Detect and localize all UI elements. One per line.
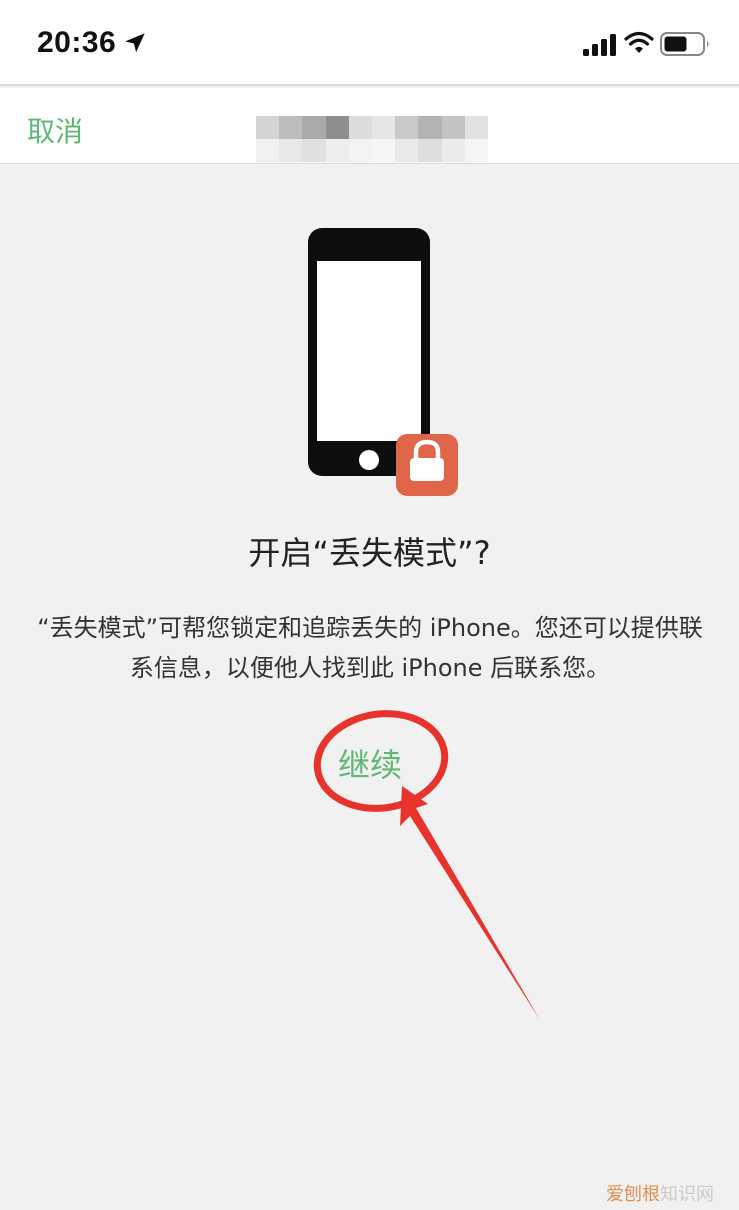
cellular-signal-icon — [583, 34, 616, 56]
dialog-description: “丢失模式”可帮您锁定和追踪丢失的 iPhone。您还可以提供联系信息，以便他人… — [37, 614, 703, 682]
annotation-overlay — [313, 710, 540, 1020]
watermark-brand: 爱刨根 — [606, 1184, 660, 1205]
location-arrow-icon — [125, 33, 145, 53]
status-bar: 20:36 — [0, 0, 739, 86]
iphone-lock-icon — [308, 228, 458, 496]
battery-icon — [660, 32, 709, 56]
dialog-heading: 开启“丢失模式”? — [248, 534, 491, 572]
nav-bar: 取消 — [0, 88, 739, 164]
lost-mode-dialog: 开启“丢失模式”? “丢失模式”可帮您锁定和追踪丢失的 iPhone。您还可以提… — [0, 164, 739, 1210]
watermark: 爱刨根知识网 — [606, 1180, 714, 1206]
annotation-arrow — [400, 786, 540, 1020]
cancel-button[interactable]: 取消 — [27, 110, 83, 150]
nav-title-obscured — [256, 116, 488, 162]
watermark-suffix: 知识网 — [660, 1184, 714, 1205]
annotation-circle — [313, 710, 449, 812]
status-time: 20:36 — [37, 26, 117, 59]
wifi-icon — [624, 31, 654, 53]
